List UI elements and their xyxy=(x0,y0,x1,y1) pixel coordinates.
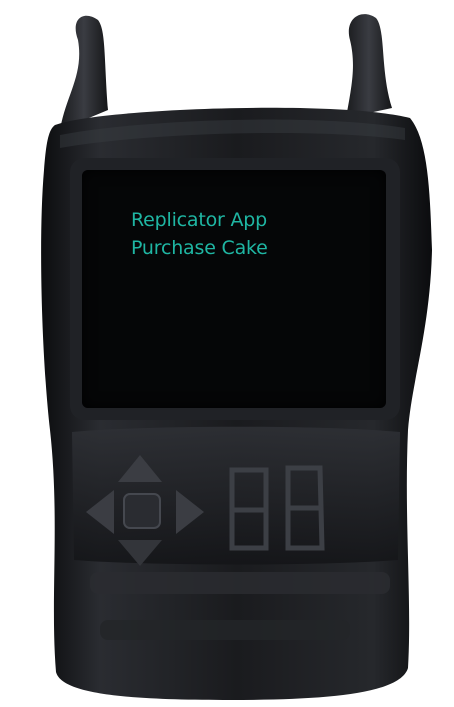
left-horn xyxy=(60,15,108,131)
bottom-bar-1 xyxy=(90,572,390,594)
bottom-bar-2 xyxy=(100,620,350,640)
control-band xyxy=(72,426,400,565)
center-button-icon[interactable] xyxy=(123,493,161,529)
device-screen: Replicator App Purchase Cake xyxy=(82,170,386,408)
screen-title: Replicator App xyxy=(131,209,267,231)
screen-subtitle[interactable]: Purchase Cake xyxy=(131,236,268,260)
right-horn xyxy=(346,14,392,118)
